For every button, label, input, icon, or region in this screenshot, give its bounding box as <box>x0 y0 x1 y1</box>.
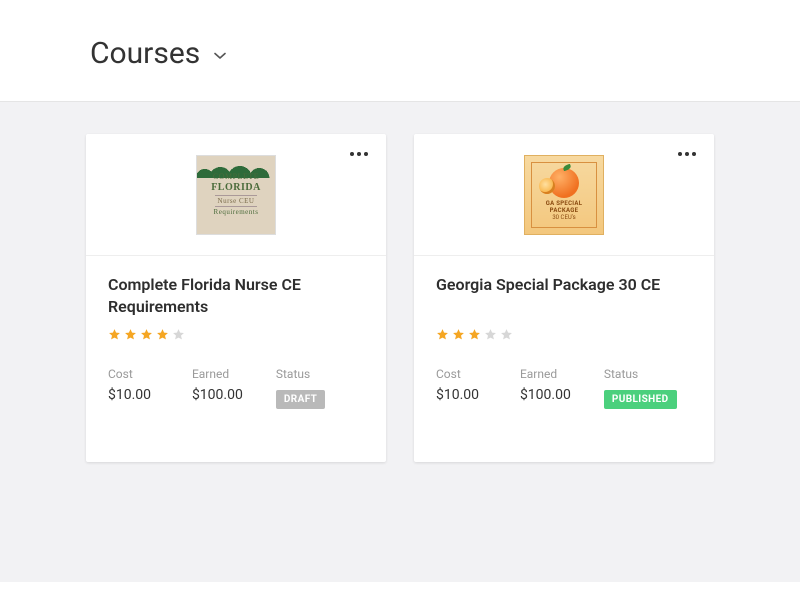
thumb-line: Nurse CEU <box>215 195 257 207</box>
star-icon <box>436 328 449 341</box>
cost-label: Cost <box>108 367 192 381</box>
thumb-line: GA SPECIAL PACKAGE <box>532 200 596 214</box>
status-label: Status <box>604 367 692 381</box>
thumb-line: FLORIDA <box>211 182 261 194</box>
card-body: Complete Florida Nurse CE Requirements C… <box>86 256 386 462</box>
card-thumb-area: COMPLETE FLORIDA Nurse CEU Requirements <box>86 134 386 256</box>
page-title: Courses <box>90 36 200 71</box>
more-icon[interactable] <box>674 148 700 160</box>
card-thumb-area: GA SPECIAL PACKAGE 30 CEU's <box>414 134 714 256</box>
card-meta: Cost $10.00 Earned $100.00 Status PUBLIS… <box>436 367 692 409</box>
cost-value: $10.00 <box>108 387 192 403</box>
earned-value: $100.00 <box>520 387 604 403</box>
cards-grid: COMPLETE FLORIDA Nurse CEU Requirements … <box>0 102 800 582</box>
card-meta: Cost $10.00 Earned $100.00 Status DRAFT <box>108 367 364 409</box>
star-icon <box>468 328 481 341</box>
course-thumbnail: GA SPECIAL PACKAGE 30 CEU's <box>524 155 604 235</box>
more-icon[interactable] <box>346 148 372 160</box>
course-card[interactable]: GA SPECIAL PACKAGE 30 CEU's Georgia Spec… <box>414 134 714 462</box>
rating-stars <box>108 328 364 341</box>
star-icon <box>156 328 169 341</box>
thumb-line: COMPLETE <box>211 172 261 182</box>
earned-value: $100.00 <box>192 387 276 403</box>
star-icon <box>500 328 513 341</box>
course-thumbnail: COMPLETE FLORIDA Nurse CEU Requirements <box>196 155 276 235</box>
earned-label: Earned <box>192 367 276 381</box>
star-icon <box>172 328 185 341</box>
star-icon <box>124 328 137 341</box>
cost-value: $10.00 <box>436 387 520 403</box>
star-icon <box>140 328 153 341</box>
thumb-line: Requirements <box>211 208 261 216</box>
rating-stars <box>436 328 692 341</box>
course-title: Complete Florida Nurse CE Requirements <box>108 274 364 318</box>
chevron-down-icon[interactable] <box>214 52 226 60</box>
course-title: Georgia Special Package 30 CE <box>436 274 692 318</box>
cost-label: Cost <box>436 367 520 381</box>
page-header: Courses <box>0 0 800 102</box>
earned-label: Earned <box>520 367 604 381</box>
course-card[interactable]: COMPLETE FLORIDA Nurse CEU Requirements … <box>86 134 386 462</box>
status-badge: DRAFT <box>276 390 325 409</box>
status-badge: PUBLISHED <box>604 390 677 409</box>
star-icon <box>452 328 465 341</box>
star-icon <box>108 328 121 341</box>
card-body: Georgia Special Package 30 CE Cost $10.0… <box>414 256 714 462</box>
star-icon <box>484 328 497 341</box>
status-label: Status <box>276 367 364 381</box>
peach-icon <box>549 168 579 198</box>
thumb-line: 30 CEU's <box>552 214 575 221</box>
